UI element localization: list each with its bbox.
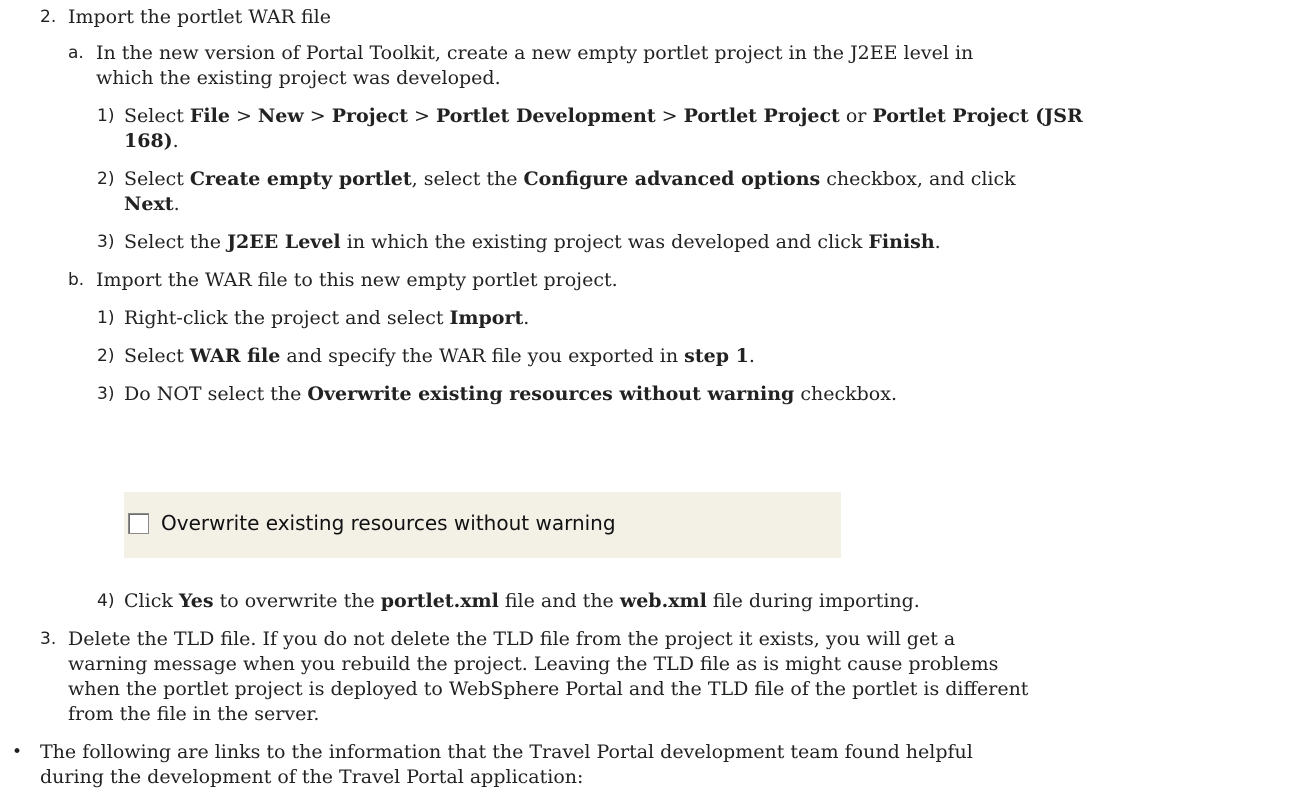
bold-term: WAR file	[189, 345, 281, 367]
text-run: .	[172, 130, 179, 152]
text-run: Delete the TLD file. If you do not delet…	[68, 628, 956, 650]
text-run: checkbox, and click	[820, 168, 1016, 190]
text-run: >	[229, 105, 258, 127]
list-marker: 1)	[97, 308, 115, 328]
text-run: warning message when you rebuild the pro…	[68, 653, 999, 675]
text-run: or	[839, 105, 873, 127]
list-marker: a.	[68, 43, 84, 63]
line-text: Next.	[124, 191, 180, 217]
text-run: when the portlet project is deployed to …	[68, 678, 1029, 700]
bold-term: Yes	[178, 590, 214, 612]
text-run: during the development of the Travel Por…	[40, 766, 584, 788]
text-run: Import the portlet WAR file	[68, 6, 331, 28]
line-text: Delete the TLD file. If you do not delet…	[68, 626, 955, 652]
overwrite-checkbox-label[interactable]: Overwrite existing resources without war…	[161, 510, 616, 536]
bold-term: portlet.xml	[380, 590, 499, 612]
line-text: Select File > New > Project > Portlet De…	[124, 103, 1083, 129]
text-run: Import the WAR file to this new empty po…	[96, 269, 618, 291]
list-marker: 2)	[97, 169, 115, 189]
text-run: from the file in the server.	[68, 703, 320, 725]
bold-term: step 1	[684, 345, 749, 367]
text-run: Right-click the project and select	[124, 307, 450, 329]
text-run: checkbox.	[794, 383, 898, 405]
bold-term: Configure advanced options	[523, 168, 821, 190]
list-marker: 3)	[97, 232, 115, 252]
text-run: file and the	[498, 590, 620, 612]
bold-term: Next	[124, 193, 174, 215]
text-run: file during importing.	[706, 590, 920, 612]
bold-term: Portlet Project (JSR	[872, 105, 1083, 127]
bullet-marker: •	[12, 742, 23, 762]
line-text: Select WAR file and specify the WAR file…	[124, 343, 755, 369]
bold-term: New	[257, 105, 304, 127]
text-run: In the new version of Portal Toolkit, cr…	[96, 42, 974, 64]
bold-term: 168)	[124, 130, 173, 152]
list-marker: 2.	[40, 7, 57, 27]
text-run: to overwrite the	[213, 590, 381, 612]
line-text: when the portlet project is deployed to …	[68, 676, 1028, 702]
text-run: The following are links to the informati…	[40, 741, 973, 763]
line-text: which the existing project was developed…	[96, 65, 501, 91]
list-marker: b.	[68, 270, 85, 290]
text-run: >	[655, 105, 684, 127]
line-text: Import the WAR file to this new empty po…	[96, 267, 618, 293]
text-run: and specify the WAR file you exported in	[280, 345, 685, 367]
text-run: Select	[124, 345, 190, 367]
line-text: during the development of the Travel Por…	[40, 764, 583, 790]
line-text: Do NOT select the Overwrite existing res…	[124, 381, 897, 407]
bold-term: File	[189, 105, 230, 127]
text-run: Select the	[124, 231, 228, 253]
bold-term: Import	[449, 307, 524, 329]
list-marker: 1)	[97, 106, 115, 126]
text-run: .	[523, 307, 530, 329]
list-marker: 2)	[97, 346, 115, 366]
text-run: >	[303, 105, 332, 127]
text-run: .	[173, 193, 180, 215]
list-marker: 4)	[97, 591, 115, 611]
bold-term: Portlet Project	[683, 105, 840, 127]
text-run: >	[408, 105, 437, 127]
text-run: , select the	[411, 168, 524, 190]
line-text: The following are links to the informati…	[40, 739, 973, 765]
list-marker: 3)	[97, 384, 115, 404]
text-run: Do NOT select the	[124, 383, 308, 405]
line-text: Select Create empty portlet, select the …	[124, 166, 1016, 192]
text-run: .	[748, 345, 755, 367]
bold-term: Portlet Development	[436, 105, 656, 127]
text-run: which the existing project was developed…	[96, 67, 501, 89]
text-run: Select	[124, 105, 190, 127]
bold-term: web.xml	[619, 590, 707, 612]
checkbox-screenshot: Overwrite existing resources without war…	[124, 492, 841, 558]
text-run: Click	[124, 590, 179, 612]
line-text: Click Yes to overwrite the portlet.xml f…	[124, 588, 920, 614]
line-text: Import the portlet WAR file	[68, 4, 331, 30]
bold-term: Project	[331, 105, 409, 127]
text-run: Select	[124, 168, 190, 190]
line-text: warning message when you rebuild the pro…	[68, 651, 998, 677]
overwrite-checkbox[interactable]	[128, 513, 149, 534]
bold-term: Create empty portlet	[189, 168, 412, 190]
bold-term: Overwrite existing resources without war…	[307, 383, 795, 405]
line-text: Right-click the project and select Impor…	[124, 305, 529, 331]
text-run: .	[934, 231, 941, 253]
line-text: In the new version of Portal Toolkit, cr…	[96, 40, 973, 66]
line-text: Select the J2EE Level in which the exist…	[124, 229, 941, 255]
bold-term: J2EE Level	[227, 231, 341, 253]
bold-term: Finish	[868, 231, 935, 253]
line-text: from the file in the server.	[68, 701, 319, 727]
text-run: in which the existing project was develo…	[340, 231, 869, 253]
list-marker: 3.	[40, 629, 57, 649]
line-text: 168).	[124, 128, 179, 154]
